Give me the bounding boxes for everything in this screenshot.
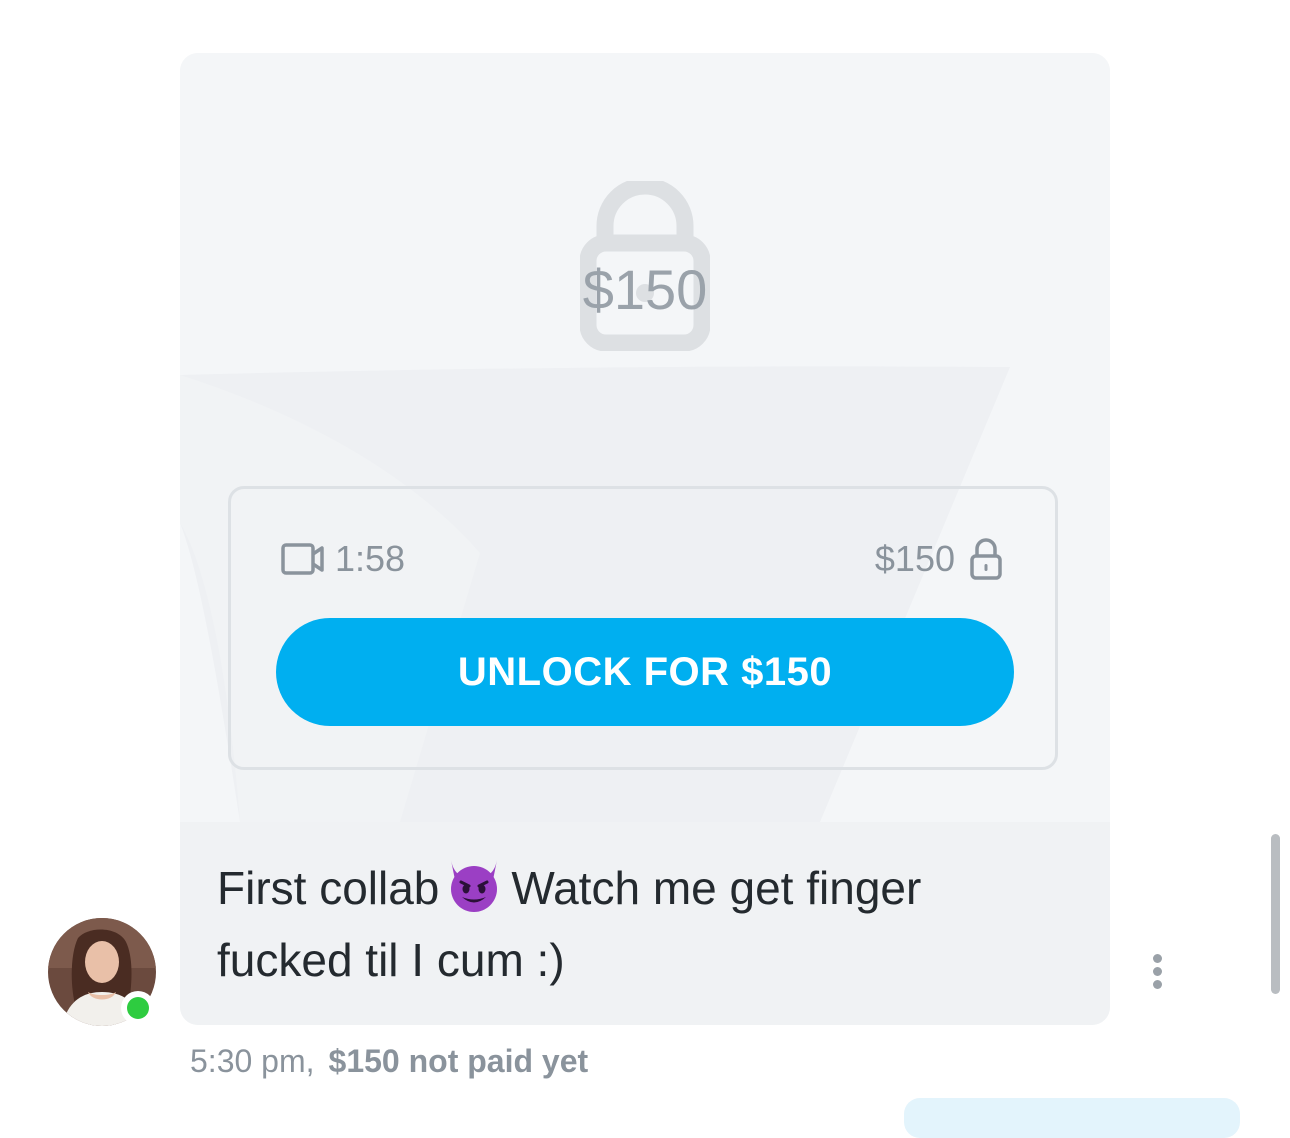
padlock-icon [970,538,1002,580]
cropped-text-fragment [662,0,676,4]
scrollbar-thumb[interactable] [1271,834,1280,994]
smiling-face-with-horns-emoji-icon [451,860,498,912]
price-label: $150 [874,538,955,579]
video-camera-icon [281,543,324,575]
message-meta: 5:30 pm, $150 not paid yet [190,1043,588,1080]
next-message-bubble [904,1098,1240,1138]
locked-price-overlay: $150 [582,258,708,321]
online-status-indicator [121,991,155,1025]
media-duration: 1:58 [281,538,406,579]
message-time: 5:30 pm, [190,1043,315,1079]
duration-label: 1:58 [335,538,406,579]
unlock-button[interactable]: UNLOCK FOR $150 [276,618,1014,726]
payment-status: $150 not paid yet [328,1043,589,1079]
locked-media-message: $150 1:58 $150 UNLOCK FOR $150 First col… [180,53,1110,1025]
message-text-part-1: First collab [217,862,440,914]
locked-media-preview[interactable]: $150 1:58 $150 UNLOCK FOR $150 [180,53,1110,822]
message-text-area: First collab Watch me get finger fucked … [180,822,1110,1025]
media-price: $150 [875,537,1003,581]
more-options-button[interactable] [1146,952,1170,992]
media-info-box: 1:58 $150 UNLOCK FOR $150 [228,486,1058,770]
message-text: First collab Watch me get finger fucked … [217,852,1037,996]
